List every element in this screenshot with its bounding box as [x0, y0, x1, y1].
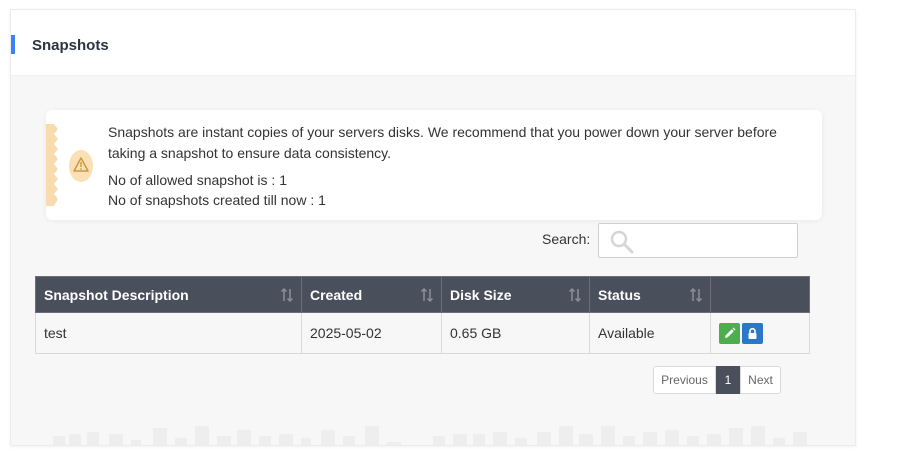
- background-bars-decoration: [53, 426, 807, 445]
- alert-zigzag-edge: [46, 124, 58, 206]
- snapshots-table: Snapshot Description Created Disk Size S…: [35, 276, 810, 354]
- sort-icon: [281, 288, 293, 302]
- table-row: test 2025-05-02 0.65 GB Available: [35, 312, 810, 354]
- sort-icon: [690, 288, 702, 302]
- alert-message: Snapshots are instant copies of your ser…: [108, 124, 777, 161]
- panel-header: Snapshots: [11, 10, 855, 76]
- column-header-disk-size[interactable]: Disk Size: [441, 276, 590, 313]
- lock-icon: [748, 327, 757, 339]
- column-label: Disk Size: [450, 286, 512, 303]
- snapshot-created-cell: 2025-05-02: [301, 312, 442, 354]
- allowed-snapshot-count: No of allowed snapshot is : 1: [108, 172, 287, 188]
- table-header-row: Snapshot Description Created Disk Size S…: [35, 276, 810, 313]
- snapshot-disk-size-cell: 0.65 GB: [441, 312, 590, 354]
- previous-page-button[interactable]: Previous: [653, 366, 716, 394]
- snapshot-status-cell: Available: [589, 312, 711, 354]
- sort-icon: [569, 288, 581, 302]
- pagination: Previous 1 Next: [653, 366, 781, 394]
- column-header-created[interactable]: Created: [301, 276, 442, 313]
- snapshot-actions-cell: [710, 312, 810, 354]
- next-page-button[interactable]: Next: [740, 366, 781, 394]
- search-label: Search:: [542, 231, 591, 247]
- page-1-button[interactable]: 1: [716, 366, 740, 394]
- column-header-status[interactable]: Status: [589, 276, 711, 313]
- lock-snapshot-button[interactable]: [742, 322, 763, 344]
- column-label: Status: [598, 286, 641, 303]
- column-header-actions: [710, 276, 810, 313]
- snapshot-info-alert: Snapshots are instant copies of your ser…: [46, 110, 822, 220]
- created-snapshot-count: No of snapshots created till now : 1: [108, 192, 326, 208]
- column-label: Created: [310, 286, 363, 303]
- sort-icon: [421, 288, 433, 302]
- title-accent-bar: [11, 35, 15, 54]
- search-input[interactable]: [598, 223, 798, 258]
- edit-snapshot-button[interactable]: [719, 322, 740, 344]
- edit-icon: [725, 327, 736, 338]
- column-header-description[interactable]: Snapshot Description: [35, 276, 302, 313]
- page-title: Snapshots: [32, 37, 109, 54]
- column-label: Snapshot Description: [44, 286, 189, 303]
- snapshot-description-cell: test: [35, 312, 302, 354]
- warning-icon: [69, 150, 93, 182]
